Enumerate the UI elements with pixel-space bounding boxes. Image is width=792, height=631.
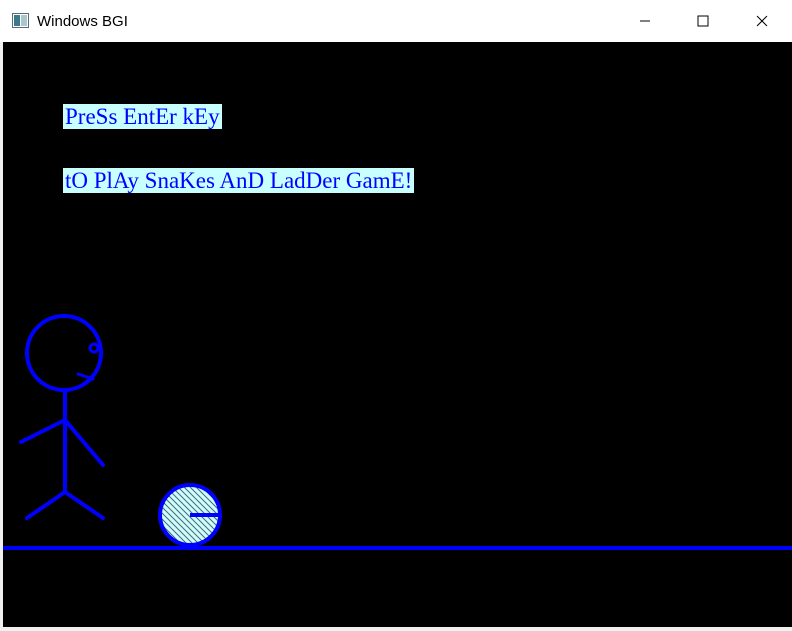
- ball: [158, 483, 222, 547]
- minimize-button[interactable]: [616, 0, 674, 42]
- stick-figure-left-arm: [19, 418, 67, 444]
- app-window: Windows BGI PreSs EntEr kEy tO PlAy SnaK…: [0, 0, 792, 631]
- stick-figure-eye: [88, 342, 100, 354]
- maximize-button[interactable]: [674, 0, 732, 42]
- close-icon: [756, 15, 768, 27]
- maximize-icon: [697, 15, 709, 27]
- stick-figure: [19, 314, 105, 520]
- title-bar[interactable]: Windows BGI: [0, 0, 792, 42]
- stick-figure-right-arm: [63, 418, 105, 467]
- window-bottom-border: [0, 627, 792, 631]
- stick-figure-left-leg: [25, 490, 67, 520]
- window-title: Windows BGI: [37, 13, 128, 30]
- stick-figure-right-leg: [63, 490, 105, 520]
- minimize-icon: [640, 20, 650, 22]
- scene-drawing: [3, 314, 792, 550]
- game-canvas[interactable]: PreSs EntEr kEy tO PlAy SnaKes AnD LadDe…: [3, 42, 792, 627]
- app-icon: [12, 13, 29, 28]
- close-button[interactable]: [733, 0, 791, 42]
